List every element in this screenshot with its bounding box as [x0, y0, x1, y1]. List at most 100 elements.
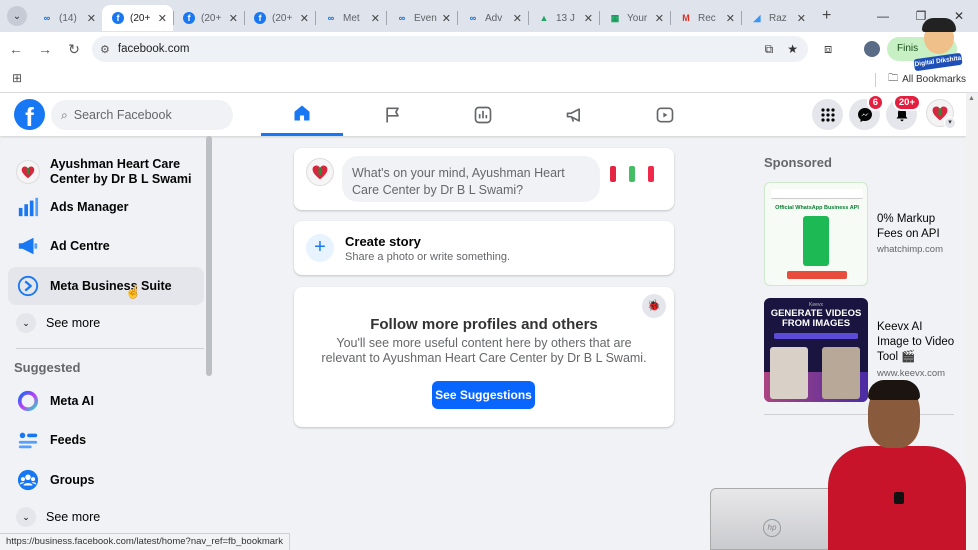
presenter-laptop: hp	[710, 488, 834, 550]
browser-tab[interactable]: ◢ Raz ✕	[741, 5, 812, 31]
browser-tab[interactable]: ∞ (14) ✕	[31, 5, 102, 31]
sidebar-item-ad-centre[interactable]: Ad Centre	[8, 227, 204, 265]
post-composer: What's on your mind, Ayushman Heart Care…	[294, 148, 674, 210]
home-icon	[294, 105, 310, 121]
browser-tab-title: Adv	[485, 12, 503, 24]
search-box[interactable]: ⌕	[51, 100, 233, 130]
profile-name: Ayushman Heart Care Center by Dr B L Swa…	[50, 157, 192, 186]
sidebar-item-ads-manager[interactable]: Ads Manager	[8, 188, 204, 226]
browser-tab[interactable]: ∞ Adv ✕	[457, 5, 528, 31]
sidebar-item-meta-ai[interactable]: Meta AI	[8, 382, 204, 420]
tab-pages[interactable]	[352, 93, 434, 136]
close-tab-icon[interactable]: ✕	[158, 12, 167, 25]
mouse-cursor-icon: ☝	[125, 284, 142, 299]
sidebar-item-feeds[interactable]: Feeds	[8, 421, 204, 459]
presenter-video	[824, 380, 966, 550]
minimize-icon[interactable]: —	[864, 0, 902, 32]
meta-icon: ∞	[398, 13, 406, 23]
follow-suggestions-card: 🐞 Follow more profiles and others You'll…	[294, 287, 674, 427]
create-story-title: Create story	[345, 234, 421, 249]
close-tab-icon[interactable]: ✕	[655, 12, 664, 25]
create-story-card[interactable]: + Create story Share a photo or write so…	[294, 221, 674, 275]
sidebar-item-meta-business-suite[interactable]: Meta Business Suite ☝	[8, 267, 204, 305]
browser-tab[interactable]: ∞ Met ✕	[315, 5, 386, 31]
ad-title[interactable]: 0% Markup Fees on API	[877, 212, 957, 242]
close-tab-icon[interactable]: ✕	[513, 12, 522, 25]
site-info-icon[interactable]: ⚙	[100, 43, 110, 56]
browser-tab[interactable]: f (20+ ✕	[173, 5, 244, 31]
close-tab-icon[interactable]: ✕	[726, 12, 735, 25]
all-bookmarks-label: All Bookmarks	[902, 74, 966, 85]
forward-icon[interactable]: →	[32, 41, 58, 57]
close-tab-icon[interactable]: ✕	[442, 12, 451, 25]
link-status-bar: https://business.facebook.com/latest/hom…	[0, 533, 290, 550]
chevron-down-icon: ⌄	[16, 313, 36, 333]
close-tab-icon[interactable]: ✕	[87, 12, 96, 25]
search-input[interactable]	[73, 108, 214, 122]
tab-home[interactable]	[261, 93, 343, 136]
composer-input[interactable]: What's on your mind, Ayushman Heart Care…	[342, 156, 600, 202]
chevron-down-icon: ⌄	[16, 507, 36, 527]
install-app-icon[interactable]: ⧉	[765, 42, 774, 57]
composer-avatar	[306, 158, 334, 186]
feeds-icon	[18, 432, 38, 449]
heart-logo-icon	[21, 166, 35, 179]
close-tab-icon[interactable]: ✕	[371, 12, 380, 25]
browser-tab[interactable]: M Rec ✕	[670, 5, 741, 31]
back-icon[interactable]: ←	[3, 41, 29, 57]
reel-icon[interactable]	[648, 166, 654, 182]
live-video-icon[interactable]	[610, 166, 616, 182]
apps-grid-icon[interactable]: ⊞	[12, 71, 22, 85]
browser-tab[interactable]: ▲ 13 J ✕	[528, 5, 599, 31]
notifications-button[interactable]: 20+	[886, 94, 921, 130]
menu-button[interactable]	[812, 99, 843, 130]
facebook-icon: f	[112, 12, 124, 24]
browser-tab[interactable]: ∞ Even ✕	[386, 5, 457, 31]
scroll-up-icon[interactable]: ▲	[968, 95, 975, 102]
photo-video-icon[interactable]	[629, 166, 635, 182]
tab-search-icon[interactable]: ⌄	[7, 6, 27, 26]
create-story-subtitle: Share a photo or write something.	[345, 251, 511, 263]
notifications-badge: 20+	[892, 94, 921, 111]
see-more-shortcuts-button[interactable]: ⌄ See more	[8, 304, 204, 342]
video-icon	[656, 107, 674, 122]
browser-profile-avatar[interactable]	[864, 41, 880, 57]
report-bug-icon[interactable]: 🐞	[642, 294, 666, 318]
page-scrollbar[interactable]: ▲	[966, 93, 978, 550]
all-bookmarks[interactable]: 🗀 All Bookmarks	[875, 71, 966, 88]
sidebar-item-groups[interactable]: Groups	[8, 461, 204, 499]
address-url[interactable]: facebook.com	[118, 43, 190, 55]
see-more-suggested-button[interactable]: ⌄ See more	[8, 498, 204, 536]
ad-domain: whatchimp.com	[877, 244, 943, 255]
sidebar-scrollbar[interactable]	[206, 136, 212, 376]
browser-tab[interactable]: f (20+ ✕	[244, 5, 315, 31]
ad-title[interactable]: Keevx AI Image to Video Tool 🎬	[877, 320, 955, 365]
sponsored-ad-whatchimp[interactable]: Official WhatsApp Business API 0% Markup…	[764, 182, 954, 286]
close-tab-icon[interactable]: ✕	[229, 12, 238, 25]
browser-tab[interactable]: f (20+ ✕	[102, 5, 173, 31]
tab-ads[interactable]	[534, 93, 616, 136]
close-tab-icon[interactable]: ✕	[797, 12, 806, 25]
tab-video[interactable]	[624, 93, 706, 136]
messenger-button[interactable]: 6	[849, 94, 884, 130]
messenger-badge: 6	[866, 94, 884, 111]
new-tab-icon[interactable]: +	[822, 7, 831, 25]
facebook-logo-icon[interactable]: f	[14, 99, 45, 130]
ad-image[interactable]: Official WhatsApp Business API	[764, 182, 868, 286]
sidebar-item-profile[interactable]: Ayushman Heart Care Center by Dr B L Swa…	[8, 152, 204, 192]
reload-icon[interactable]: ↻	[61, 41, 87, 58]
extensions-icon[interactable]: ⧈	[824, 41, 832, 57]
tab-insights[interactable]	[442, 93, 524, 136]
grid-menu-icon	[820, 107, 835, 122]
razorpay-icon: ◢	[753, 12, 761, 23]
bookmarks-bar: ⊞ 🗀 All Bookmarks	[0, 66, 978, 93]
close-tab-icon[interactable]: ✕	[584, 12, 593, 25]
browser-tab[interactable]: ▦ Your ✕	[599, 5, 670, 31]
ads-manager-icon	[18, 197, 39, 217]
see-suggestions-button[interactable]: See Suggestions	[432, 381, 535, 409]
close-tab-icon[interactable]: ✕	[300, 12, 309, 25]
address-bar[interactable]: ⚙ facebook.com ⧉ ★	[92, 36, 808, 62]
account-avatar[interactable]: ▾	[926, 99, 956, 129]
bookmark-star-icon[interactable]: ★	[787, 42, 798, 57]
heart-logo-icon	[312, 165, 328, 180]
